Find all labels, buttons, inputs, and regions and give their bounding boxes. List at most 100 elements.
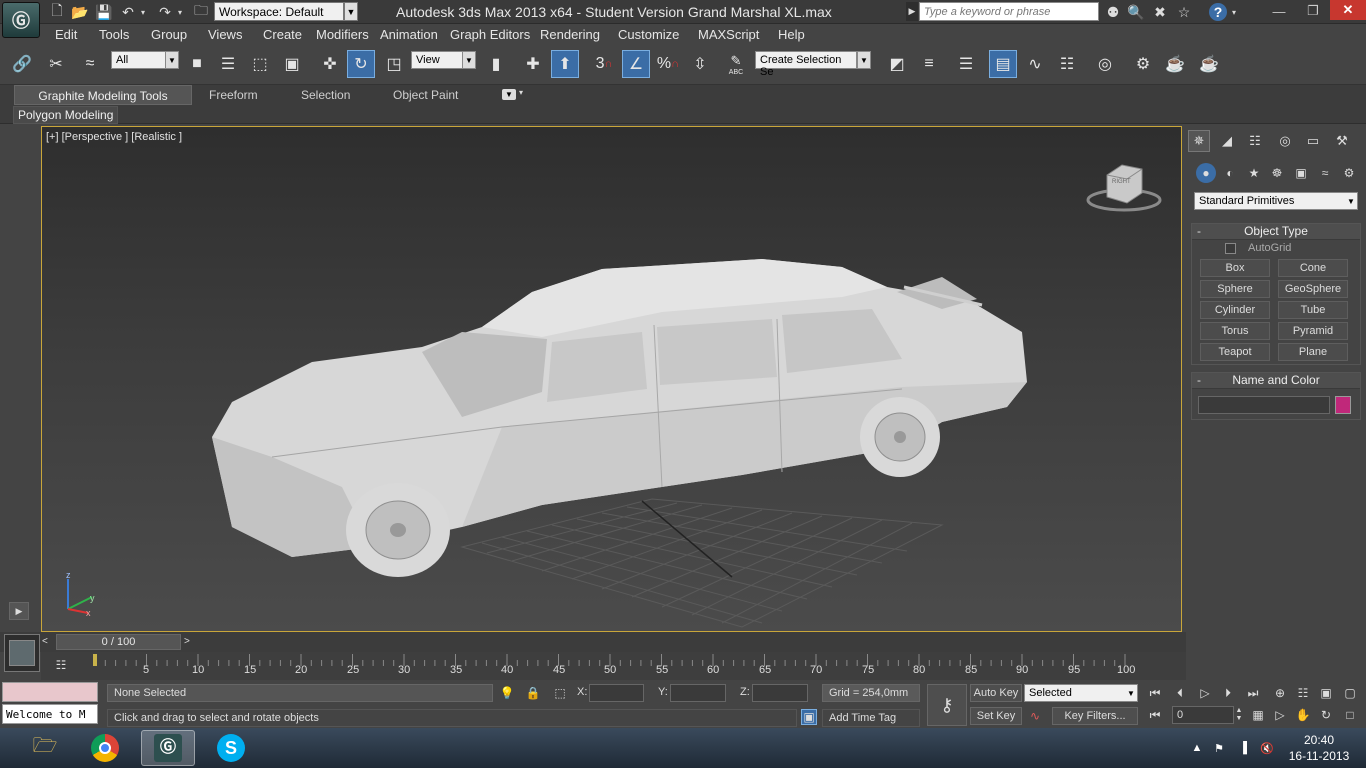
select-by-name-icon[interactable]: ☰	[214, 50, 242, 78]
binoculars-icon[interactable]: ⚉	[1104, 3, 1122, 21]
object-color-swatch[interactable]	[1335, 396, 1351, 414]
maxscript-mini-listener-output[interactable]	[2, 682, 98, 702]
angle-snap-icon[interactable]: ∠	[622, 50, 650, 78]
modify-tab-icon[interactable]: ◢	[1216, 130, 1238, 152]
key-filters-button[interactable]: Key Filters...	[1052, 707, 1138, 725]
cylinder-button[interactable]: Cylinder	[1200, 301, 1270, 319]
systems-category-icon[interactable]: ⚙	[1339, 163, 1359, 183]
menu-create[interactable]: Create	[263, 27, 302, 42]
play-icon[interactable]: ▶	[9, 602, 29, 620]
show-hidden-icons-icon[interactable]: ▲	[1189, 740, 1205, 756]
chevron-down-icon[interactable]: ▼	[1344, 192, 1358, 210]
play-animation-icon[interactable]: ▷	[1195, 683, 1215, 703]
tab-graphite-modeling-tools[interactable]: Graphite Modeling Tools	[14, 85, 192, 105]
chevron-down-icon[interactable]: ▼	[344, 2, 358, 21]
restore-icon[interactable]: ❐	[1296, 0, 1330, 22]
absolute-mode-transform-icon[interactable]: ⬚	[552, 685, 568, 701]
pivot-point-icon[interactable]: ▮	[482, 50, 510, 78]
key-mode-toggle-icon[interactable]: ⏮	[1145, 705, 1165, 725]
selection-lock-icon[interactable]: 🔒	[525, 685, 541, 701]
undo-dropdown-icon[interactable]: ▾	[138, 3, 148, 21]
pyramid-button[interactable]: Pyramid	[1278, 322, 1348, 340]
help-dropdown-icon[interactable]: ▾	[1229, 3, 1239, 21]
file-explorer-icon[interactable]: 🗁	[18, 730, 72, 766]
chevron-down-icon[interactable]: ▼	[462, 51, 476, 69]
spacewarps-category-icon[interactable]: ≈	[1315, 163, 1335, 183]
unlink-icon[interactable]: ✂	[42, 50, 70, 78]
align-icon[interactable]: ≡	[915, 50, 943, 78]
redo-icon[interactable]: ↷	[156, 3, 174, 21]
menu-maxscript[interactable]: MAXScript	[698, 27, 759, 42]
time-configuration-icon[interactable]: ▦	[1248, 705, 1268, 725]
tab-polygon-modeling[interactable]: Polygon Modeling	[13, 106, 119, 124]
field-of-view-icon[interactable]: ▷	[1270, 705, 1290, 725]
set-keys-key-icon[interactable]: ⚷	[927, 684, 967, 726]
name-and-color-header[interactable]: - Name and Color	[1192, 373, 1360, 389]
tube-button[interactable]: Tube	[1278, 301, 1348, 319]
menu-tools[interactable]: Tools	[99, 27, 129, 42]
menu-views[interactable]: Views	[208, 27, 242, 42]
cone-button[interactable]: Cone	[1278, 259, 1348, 277]
menu-modifiers[interactable]: Modifiers	[316, 27, 369, 42]
communication-center-icon[interactable]: 🔍	[1127, 3, 1145, 21]
chevron-down-icon[interactable]: ▼	[165, 51, 179, 69]
go-to-start-icon[interactable]: ⏮	[1145, 683, 1165, 703]
object-type-header[interactable]: - Object Type	[1192, 224, 1360, 240]
add-time-tag-button[interactable]: Add Time Tag	[822, 709, 920, 727]
hierarchy-tab-icon[interactable]: ☷	[1244, 130, 1266, 152]
3dsmax-taskbar-icon[interactable]: Ⓖ	[141, 730, 195, 766]
open-file-icon[interactable]: 📂	[71, 3, 89, 21]
render-production-icon[interactable]: ☕	[1195, 50, 1223, 78]
display-tab-icon[interactable]: ▭	[1302, 130, 1324, 152]
create-tab-icon[interactable]: ✵	[1188, 130, 1210, 152]
select-object-icon[interactable]: ■	[183, 50, 211, 78]
go-to-end-icon[interactable]: ⏭	[1243, 683, 1263, 703]
keyboard-shortcut-override-icon[interactable]: ⬆	[551, 50, 579, 78]
autogrid-checkbox[interactable]	[1225, 243, 1236, 254]
current-frame-input[interactable]: 0	[1172, 706, 1234, 724]
layer-manager-icon[interactable]: ☰	[952, 50, 980, 78]
x-coord-input[interactable]	[589, 684, 644, 702]
ribbon-minimize-icon[interactable]: ▼	[502, 89, 516, 100]
undo-icon[interactable]: ↶	[119, 3, 137, 21]
menu-animation[interactable]: Animation	[380, 27, 438, 42]
motion-tab-icon[interactable]: ◎	[1274, 130, 1296, 152]
previous-frame-icon[interactable]: ⏴	[1170, 683, 1190, 703]
shapes-category-icon[interactable]: ◐	[1220, 163, 1240, 183]
render-setup-icon[interactable]: ⚙	[1129, 50, 1157, 78]
snaps-toggle-icon[interactable]: 3 ∩	[590, 50, 618, 78]
percent-snap-icon[interactable]: % ∩	[654, 50, 682, 78]
spinner-snap-icon[interactable]: ⇳	[686, 50, 714, 78]
zoom-extents-icon[interactable]: ▣	[1316, 683, 1336, 703]
application-button[interactable]: Ⓖ	[2, 2, 40, 38]
key-tangent-icon[interactable]: ∿	[1027, 708, 1043, 724]
edit-named-selection-icon[interactable]: ✎ ABC	[722, 50, 750, 78]
select-manipulate-icon[interactable]: ✚	[519, 50, 547, 78]
z-coord-input[interactable]	[752, 684, 808, 702]
box-button[interactable]: Box	[1200, 259, 1270, 277]
zoom-all-icon[interactable]: ☷	[1293, 683, 1313, 703]
workspace-dropdown[interactable]: Workspace: Default	[214, 2, 344, 21]
project-folder-icon[interactable]: 🗀	[192, 2, 210, 21]
named-selection-sets-dropdown[interactable]: Create Selection Se	[755, 51, 857, 78]
new-scene-icon[interactable]: 🗋	[48, 2, 66, 21]
zoom-icon[interactable]: ⊕	[1270, 683, 1290, 703]
link-icon[interactable]: 🔗	[8, 50, 36, 78]
search-input[interactable]: Type a keyword or phrase	[919, 2, 1099, 21]
orbit-icon[interactable]: ↻	[1316, 705, 1336, 725]
plane-button[interactable]: Plane	[1278, 343, 1348, 361]
chevron-right-icon[interactable]: ▶	[906, 2, 918, 21]
schematic-view-icon[interactable]: ☷	[1053, 50, 1081, 78]
curve-editor-icon[interactable]: ∿	[1021, 50, 1049, 78]
maxscript-mini-listener-input[interactable]: Welcome to M	[2, 704, 98, 724]
time-slider-thumb[interactable]: 0 / 100	[56, 634, 181, 650]
maximize-viewport-icon[interactable]: □	[1340, 705, 1360, 725]
ribbon-options-icon[interactable]: ▾	[519, 88, 523, 97]
mini-curve-editor-icon[interactable]: ☷	[50, 655, 72, 675]
skype-icon[interactable]: S	[204, 730, 258, 766]
selection-filter-dropdown[interactable]: All	[111, 51, 167, 69]
torus-button[interactable]: Torus	[1200, 322, 1270, 340]
network-icon[interactable]: ▐	[1235, 740, 1251, 756]
geometry-category-icon[interactable]: ●	[1196, 163, 1216, 183]
volume-muted-icon[interactable]: 🔇	[1259, 740, 1275, 756]
